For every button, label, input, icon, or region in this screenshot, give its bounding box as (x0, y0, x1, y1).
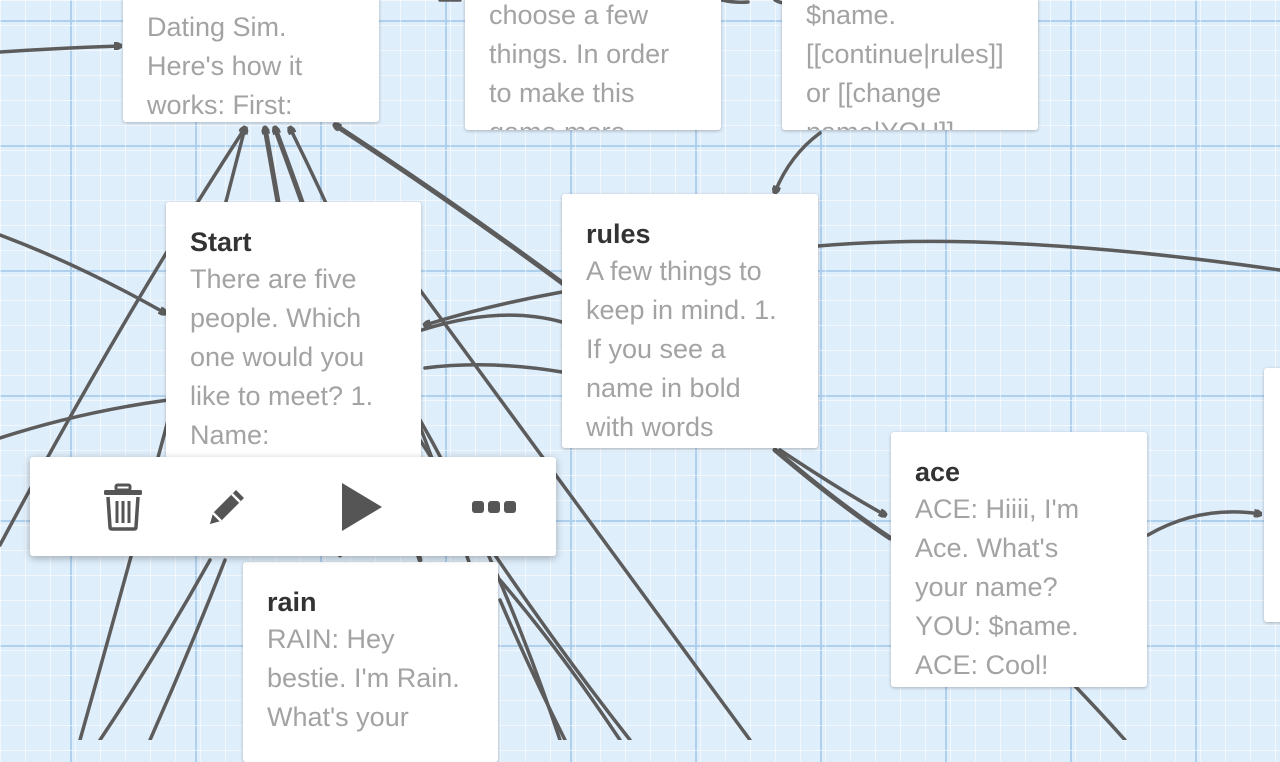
passage-card-start[interactable]: Start There are five people. Which one w… (166, 202, 421, 464)
more-icon (472, 501, 516, 513)
passage-card-rain[interactable]: rain RAIN: Hey bestie. I'm Rain. What's … (243, 562, 498, 762)
passage-title: rain (267, 587, 317, 617)
passage-excerpt: A few things to keep in mind. 1. If you … (586, 256, 777, 442)
passage-card-intro[interactable]: Dating Sim. Here's how it works: First: (123, 0, 379, 122)
passage-excerpt: RAIN: Hey bestie. I'm Rain. What's your (267, 624, 460, 732)
passage-title: rules (586, 219, 651, 249)
pencil-icon (210, 490, 244, 524)
story-map[interactable]: Dating Sim. Here's how it works: First: … (0, 0, 1280, 762)
passage-card-name[interactable]: $name. [[continue|rules]] or [[change na… (782, 0, 1038, 130)
passage-excerpt: There are five people. Which one would y… (190, 264, 374, 450)
passage-excerpt: Dating Sim. Here's how it works: First: (147, 12, 303, 120)
passage-excerpt: choose a few things. In order to make th… (489, 0, 670, 130)
more-button[interactable] (464, 477, 524, 537)
edit-button[interactable] (197, 477, 257, 537)
passage-card-choose[interactable]: choose a few things. In order to make th… (465, 0, 721, 130)
passage-toolbar (30, 457, 556, 556)
delete-button[interactable] (93, 477, 153, 537)
passage-excerpt: ACE: Hiiii, I'm Ace. What's your name? Y… (915, 494, 1080, 680)
passage-card-ace[interactable]: ace ACE: Hiiii, I'm Ace. What's your nam… (891, 432, 1147, 687)
play-button[interactable] (330, 477, 390, 537)
passage-title: Start (190, 227, 252, 257)
passage-card-offscreen[interactable] (1264, 368, 1280, 622)
play-icon (342, 483, 382, 531)
passage-excerpt: $name. [[continue|rules]] or [[change na… (806, 0, 1004, 130)
passage-title: ace (915, 457, 961, 487)
trash-icon (104, 483, 142, 531)
passage-card-rules[interactable]: rules A few things to keep in mind. 1. I… (562, 194, 818, 448)
